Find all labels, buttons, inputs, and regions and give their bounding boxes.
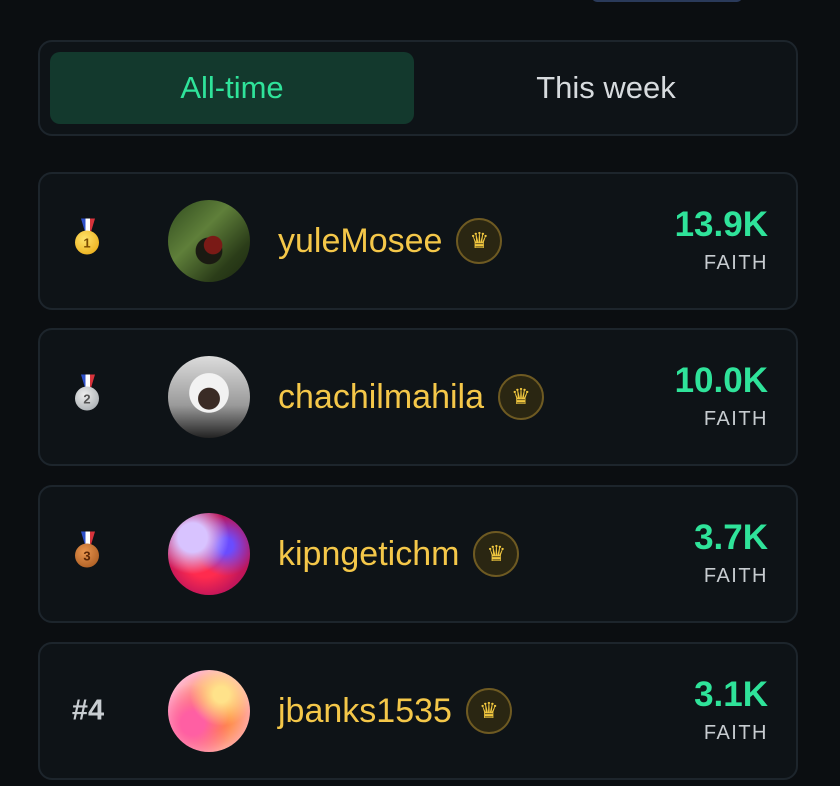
tab-all-time[interactable]: All-time [50, 52, 414, 124]
score: 13.9K FAITH [674, 205, 768, 275]
medal-number: 2 [75, 386, 99, 411]
username[interactable]: yuleMosee [278, 222, 442, 261]
rank-cell: 1 [58, 218, 118, 264]
rank-cell: 2 [58, 374, 118, 420]
tab-this-week[interactable]: This week [424, 52, 788, 124]
score-value: 13.9K [674, 205, 768, 245]
score: 3.7K FAITH [694, 518, 768, 588]
score-unit: FAITH [703, 407, 768, 430]
silver-medal-icon: 2 [75, 374, 101, 415]
bronze-medal-icon: 3 [75, 531, 101, 572]
crown-icon: ♛ [498, 374, 544, 420]
top-partial-element [592, 0, 742, 2]
avatar[interactable] [168, 513, 250, 595]
leaderboard-row[interactable]: 1 yuleMosee ♛ 13.9K FAITH [38, 172, 798, 310]
crown-icon: ♛ [473, 531, 520, 577]
user-name-group: jbanks1535 ♛ [278, 688, 512, 734]
leaderboard-row[interactable]: 2 chachilmahila ♛ 10.0K FAITH [38, 328, 798, 466]
score-unit: FAITH [703, 251, 768, 274]
gold-medal-icon: 1 [75, 218, 101, 259]
score: 10.0K FAITH [674, 361, 768, 431]
score-unit: FAITH [703, 721, 768, 744]
user-name-group: chachilmahila ♛ [278, 374, 544, 420]
rank-cell: #4 [58, 695, 118, 728]
score-value: 3.1K [694, 675, 768, 715]
username[interactable]: kipngetichm [278, 535, 459, 574]
user-name-group: kipngetichm ♛ [278, 531, 520, 577]
score-unit: FAITH [703, 564, 768, 587]
leaderboard-row[interactable]: 3 kipngetichm ♛ 3.7K FAITH [38, 485, 798, 623]
medal-number: 1 [75, 230, 99, 255]
username[interactable]: chachilmahila [278, 378, 484, 417]
user-name-group: yuleMosee ♛ [278, 218, 503, 264]
rank-number: #4 [71, 694, 105, 727]
avatar[interactable] [168, 356, 250, 438]
medal-number: 3 [75, 543, 99, 568]
score: 3.1K FAITH [694, 675, 768, 745]
score-value: 3.7K [694, 518, 768, 558]
avatar[interactable] [168, 200, 250, 282]
crown-icon: ♛ [456, 218, 503, 264]
leaderboard-tabs: All-time This week [38, 40, 798, 136]
score-value: 10.0K [674, 361, 768, 401]
leaderboard-row[interactable]: #4 jbanks1535 ♛ 3.1K FAITH [38, 642, 798, 780]
username[interactable]: jbanks1535 [278, 692, 452, 731]
avatar[interactable] [168, 670, 250, 752]
rank-cell: 3 [58, 531, 118, 577]
crown-icon: ♛ [465, 688, 512, 734]
